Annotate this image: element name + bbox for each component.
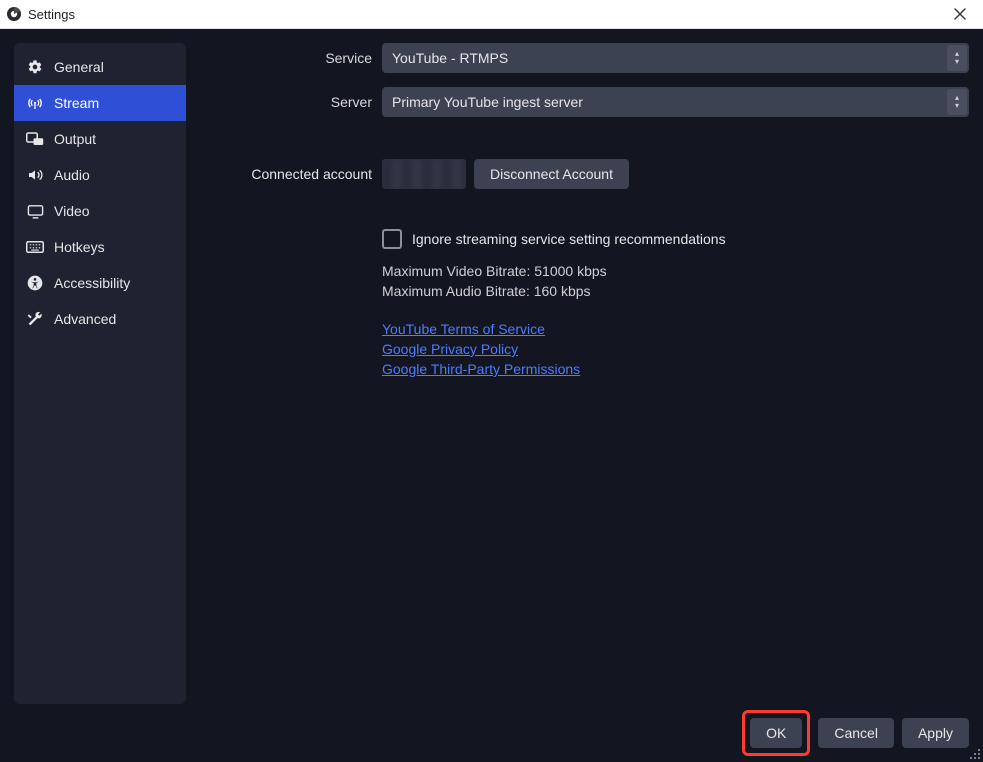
sidebar-item-label: General bbox=[54, 59, 104, 75]
stream-info-block: Ignore streaming service setting recomme… bbox=[382, 229, 949, 379]
sidebar-item-output[interactable]: Output bbox=[14, 121, 186, 157]
sidebar-item-label: Video bbox=[54, 203, 90, 219]
dialog-footer: OK Cancel Apply bbox=[0, 704, 983, 762]
sidebar-item-audio[interactable]: Audio bbox=[14, 157, 186, 193]
settings-sidebar: General Stream Output bbox=[14, 43, 186, 704]
cancel-button[interactable]: Cancel bbox=[818, 718, 894, 748]
sidebar-item-label: Stream bbox=[54, 95, 99, 111]
gear-icon bbox=[26, 58, 44, 76]
link-youtube-tos[interactable]: YouTube Terms of Service bbox=[382, 319, 545, 339]
keyboard-icon bbox=[26, 238, 44, 256]
connected-account-label: Connected account bbox=[200, 166, 382, 182]
ignore-recommendations-checkbox[interactable] bbox=[382, 229, 402, 249]
max-video-bitrate: Maximum Video Bitrate: 51000 kbps bbox=[382, 261, 949, 281]
sidebar-item-label: Hotkeys bbox=[54, 239, 105, 255]
sidebar-item-accessibility[interactable]: Accessibility bbox=[14, 265, 186, 301]
connected-account-row: Connected account Disconnect Account bbox=[200, 159, 969, 189]
service-row: Service YouTube - RTMPS ▴▾ bbox=[200, 43, 969, 73]
server-select[interactable]: Primary YouTube ingest server ▴▾ bbox=[382, 87, 969, 117]
service-select[interactable]: YouTube - RTMPS ▴▾ bbox=[382, 43, 969, 73]
ok-button-highlight: OK bbox=[742, 710, 810, 756]
settings-panel-stream: Service YouTube - RTMPS ▴▾ Server Primar… bbox=[200, 43, 969, 704]
account-name-redacted bbox=[382, 159, 466, 189]
sidebar-item-stream[interactable]: Stream bbox=[14, 85, 186, 121]
ok-button[interactable]: OK bbox=[750, 718, 802, 748]
window-title: Settings bbox=[28, 7, 943, 22]
server-label: Server bbox=[200, 94, 382, 110]
sidebar-item-video[interactable]: Video bbox=[14, 193, 186, 229]
app-icon bbox=[6, 6, 22, 22]
sidebar-item-general[interactable]: General bbox=[14, 49, 186, 85]
service-value: YouTube - RTMPS bbox=[392, 50, 508, 66]
apply-button[interactable]: Apply bbox=[902, 718, 969, 748]
spinner-icon: ▴▾ bbox=[947, 45, 967, 71]
sidebar-item-advanced[interactable]: Advanced bbox=[14, 301, 186, 337]
ignore-recommendations-label: Ignore streaming service setting recomme… bbox=[412, 231, 726, 247]
server-value: Primary YouTube ingest server bbox=[392, 94, 583, 110]
client-area: General Stream Output bbox=[0, 29, 983, 762]
link-google-privacy[interactable]: Google Privacy Policy bbox=[382, 339, 518, 359]
ignore-recommendations-row: Ignore streaming service setting recomme… bbox=[382, 229, 949, 249]
window-close-button[interactable] bbox=[943, 0, 977, 28]
service-label: Service bbox=[200, 50, 382, 66]
speaker-icon bbox=[26, 166, 44, 184]
tools-icon bbox=[26, 310, 44, 328]
max-audio-bitrate: Maximum Audio Bitrate: 160 kbps bbox=[382, 281, 949, 301]
sidebar-item-label: Accessibility bbox=[54, 275, 130, 291]
sidebar-item-label: Output bbox=[54, 131, 96, 147]
antenna-icon bbox=[26, 94, 44, 112]
resize-grip-icon[interactable] bbox=[969, 748, 981, 760]
output-icon bbox=[26, 130, 44, 148]
sidebar-item-label: Audio bbox=[54, 167, 90, 183]
sidebar-item-hotkeys[interactable]: Hotkeys bbox=[14, 229, 186, 265]
spinner-icon: ▴▾ bbox=[947, 89, 967, 115]
server-row: Server Primary YouTube ingest server ▴▾ bbox=[200, 87, 969, 117]
monitor-icon bbox=[26, 202, 44, 220]
service-links: YouTube Terms of Service Google Privacy … bbox=[382, 319, 949, 379]
sidebar-item-label: Advanced bbox=[54, 311, 116, 327]
disconnect-account-button[interactable]: Disconnect Account bbox=[474, 159, 629, 189]
accessibility-icon bbox=[26, 274, 44, 292]
settings-window: Settings General Stream bbox=[0, 0, 983, 762]
body: General Stream Output bbox=[0, 29, 983, 704]
titlebar: Settings bbox=[0, 0, 983, 29]
link-google-third-party[interactable]: Google Third-Party Permissions bbox=[382, 359, 580, 379]
